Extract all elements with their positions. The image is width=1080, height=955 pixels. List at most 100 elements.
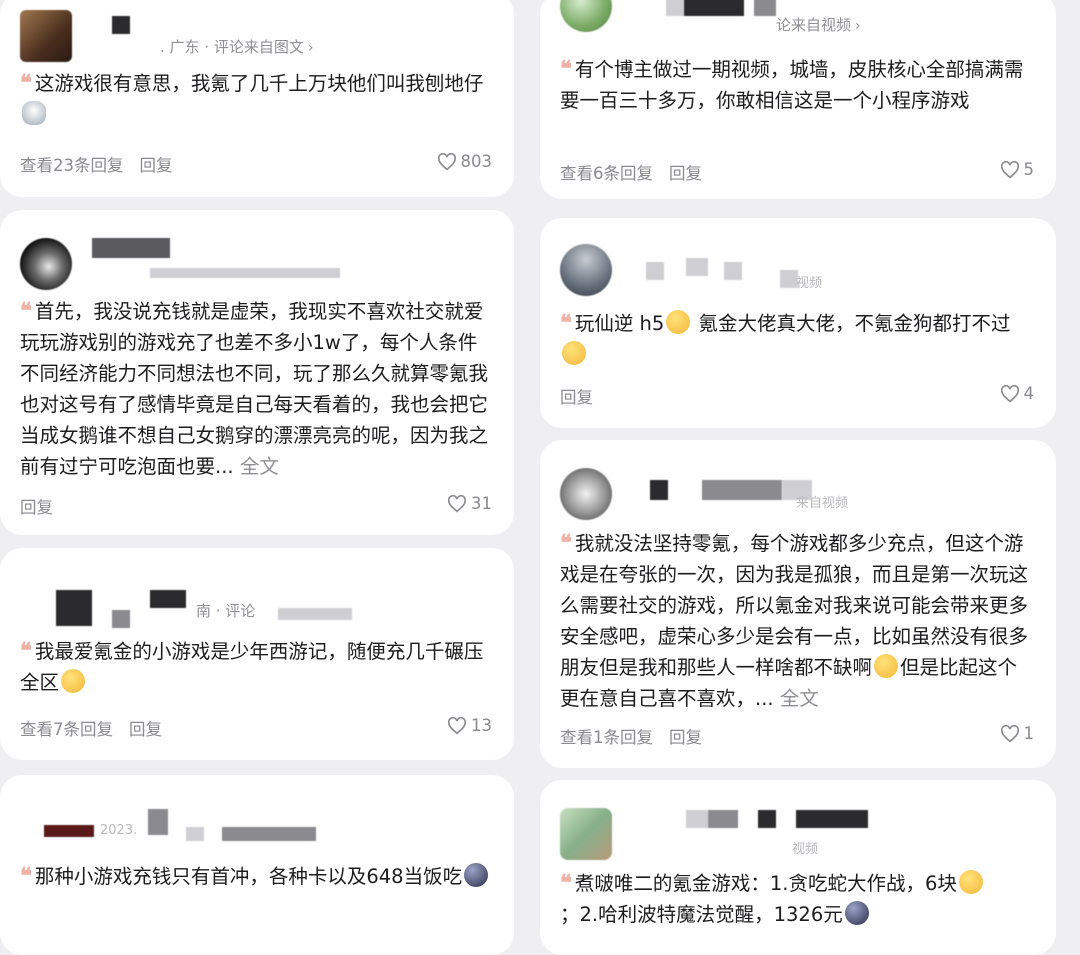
avatar[interactable] xyxy=(560,0,612,32)
cry-emoji-icon xyxy=(562,341,586,365)
comment-meta: 2023. xyxy=(100,823,138,838)
like-button[interactable]: 5 xyxy=(1000,160,1035,179)
heart-icon xyxy=(1000,384,1019,402)
like-count: 803 xyxy=(460,152,493,171)
reply-button[interactable]: 回复 xyxy=(140,156,173,175)
avatar[interactable] xyxy=(560,808,612,860)
like-count: 31 xyxy=(471,494,492,513)
username-redacted xyxy=(112,16,130,34)
chevron-right-icon: › xyxy=(307,40,314,56)
avatar[interactable] xyxy=(20,238,72,290)
username-redacted xyxy=(684,0,744,16)
view-replies-link[interactable]: 查看23条回复 xyxy=(20,156,124,175)
avatar[interactable] xyxy=(20,10,72,62)
comment-card: 视频 ❝ 煮啵唯二的氪金游戏：1.贪吃蛇大作战，6块 ；2.哈利波特魔法觉醒，132… xyxy=(540,780,1056,955)
view-replies-link[interactable]: 查看1条回复 xyxy=(560,728,653,747)
comment-footer: 回复 4 xyxy=(560,384,1034,408)
like-count: 4 xyxy=(1023,384,1035,403)
dark-face-emoji-icon xyxy=(844,901,869,925)
comment-card: 视频 ❝ 玩仙逆 h5 氪金大佬真大佬，不氪金狗都打不过 回复 4 xyxy=(540,218,1056,428)
reply-button[interactable]: 回复 xyxy=(560,388,593,407)
username-redacted xyxy=(150,590,186,608)
username-redacted xyxy=(650,480,668,500)
like-button[interactable]: 1 xyxy=(1000,724,1035,743)
comment-header: 南 · 评论 xyxy=(20,548,494,628)
laugh-cry-emoji-icon xyxy=(61,669,86,693)
heart-icon xyxy=(1000,724,1019,742)
heart-icon xyxy=(437,152,456,170)
comment-card: . 广东 · 评论来自图文 › ❝ 这游戏很有意思，我氪了几千上万块他们叫我刨地仔 … xyxy=(0,0,514,197)
like-count: 1 xyxy=(1023,724,1035,743)
comment-text: ❝ 我就没法坚持零氪，每个游戏都多少充点，但这个游戏是在夸张的一次，因为我是孤狼，… xyxy=(560,530,1029,710)
smirk-emoji-icon xyxy=(958,870,983,894)
reply-button[interactable]: 回复 xyxy=(20,498,53,517)
comment-meta[interactable]: 南 · 评论 xyxy=(196,600,255,621)
reply-button[interactable]: 回复 xyxy=(669,728,702,747)
username-redacted xyxy=(708,810,738,828)
comment-text: ❝ 这游戏很有意思，我氪了几千上万块他们叫我刨地仔 xyxy=(20,68,494,130)
like-button[interactable]: 31 xyxy=(447,494,492,513)
comment-text: ❝ 那种小游戏充钱只有首冲，各种卡以及648当饭吃 xyxy=(20,861,494,892)
username-redacted xyxy=(796,810,868,828)
username-redacted xyxy=(92,238,170,258)
username-redacted xyxy=(758,810,776,828)
username-redacted xyxy=(666,0,684,16)
view-replies-link[interactable]: 查看6条回复 xyxy=(560,164,653,183)
comment-text: ❝ 煮啵唯二的氪金游戏：1.贪吃蛇大作战，6块 ；2.哈利波特魔法觉醒，1326元 xyxy=(560,868,1036,930)
like-count: 5 xyxy=(1023,160,1035,179)
comment-text: ❝ 我最爱氪金的小游戏是少年西游记，随便充几千碾压全区 xyxy=(20,638,484,694)
quote-icon: ❝ xyxy=(20,638,32,664)
username-redacted xyxy=(686,810,708,828)
avatar[interactable] xyxy=(560,468,612,520)
quote-icon: ❝ xyxy=(560,530,572,556)
comment-header xyxy=(20,210,494,290)
dark-face-emoji-icon xyxy=(464,863,489,887)
quote-icon: ❝ xyxy=(20,298,32,324)
quote-icon: ❝ xyxy=(560,870,572,896)
worried-emoji-icon xyxy=(874,654,899,678)
cat-emoji-icon xyxy=(22,101,46,125)
username-redacted xyxy=(646,262,664,280)
username-redacted xyxy=(112,610,130,628)
quote-icon: ❝ xyxy=(560,56,572,82)
comment-header: . 广东 · 评论来自图文 › xyxy=(20,0,494,62)
quote-icon: ❝ xyxy=(20,863,32,889)
quote-icon: ❝ xyxy=(560,310,572,336)
meta-redacted xyxy=(222,827,316,841)
comment-header: 来自视频 xyxy=(560,440,1036,522)
comment-footer: 查看7条回复 回复 13 xyxy=(20,716,492,740)
like-count: 13 xyxy=(471,716,492,735)
comment-footer: 查看1条回复 回复 1 xyxy=(560,724,1034,748)
username-redacted xyxy=(686,258,708,276)
meta-redacted xyxy=(186,827,204,841)
view-replies-link[interactable]: 查看7条回复 xyxy=(20,720,113,739)
like-button[interactable]: 13 xyxy=(447,716,492,735)
like-button[interactable]: 4 xyxy=(1000,384,1035,403)
comment-meta: 视频 xyxy=(792,842,819,857)
avatar-redacted[interactable] xyxy=(44,825,94,837)
comment-meta[interactable]: . 广东 · 评论来自图文 › xyxy=(160,36,313,57)
username-redacted xyxy=(702,480,782,500)
expand-full-text-link[interactable]: 全文 xyxy=(780,687,819,710)
reply-button[interactable]: 回复 xyxy=(129,720,162,739)
meta-redacted xyxy=(278,608,352,620)
comment-header: 视频 xyxy=(560,218,1036,302)
comment-text: ❝ 有个博主做过一期视频，城墙，皮肤核心全部搞满需要一百三十多万，你敢相信这是一个… xyxy=(560,56,1024,112)
reply-button[interactable]: 回复 xyxy=(669,164,702,183)
username-redacted xyxy=(724,262,742,280)
heart-icon xyxy=(447,494,467,512)
comment-meta[interactable]: 论来自视频 › xyxy=(776,14,861,35)
comment-text: ❝ 玩仙逆 h5 氪金大佬真大佬，不氪金狗都打不过 xyxy=(560,308,1036,370)
comment-meta: 来自视频 xyxy=(796,496,849,511)
like-button[interactable]: 803 xyxy=(437,152,493,171)
expand-full-text-link[interactable]: 全文 xyxy=(240,455,279,478)
quote-icon: ❝ xyxy=(20,70,32,96)
avatar-redacted[interactable] xyxy=(56,590,92,626)
comment-footer: 查看6条回复 回复 5 xyxy=(560,160,1034,184)
heart-icon xyxy=(1000,160,1019,178)
comment-header: 视频 xyxy=(560,780,1036,860)
comment-card: 论来自视频 › ❝ 有个博主做过一期视频，城墙，皮肤核心全部搞满需要一百三十多万，你… xyxy=(540,0,1056,199)
avatar[interactable] xyxy=(560,244,612,296)
comment-header: 2023. xyxy=(20,775,494,847)
cry-emoji-icon xyxy=(666,310,691,334)
